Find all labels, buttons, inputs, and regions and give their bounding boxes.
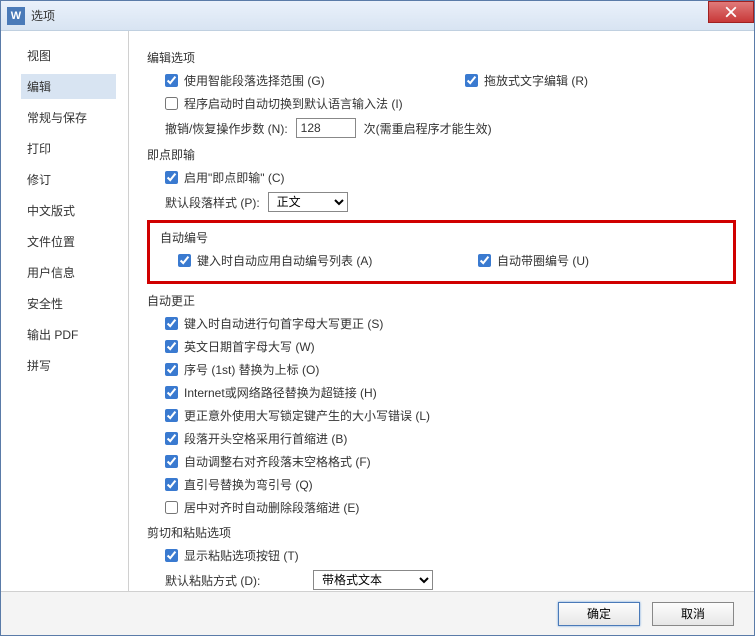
checkbox-show-paste-button[interactable]	[165, 549, 178, 562]
sidebar-item-10[interactable]: 拼写	[21, 353, 116, 378]
check-autocorrect-5[interactable]: 段落开头空格采用行首缩进 (B)	[165, 430, 736, 447]
undo-steps-label: 撤销/恢复操作步数 (N):	[165, 120, 288, 137]
sidebar-item-3[interactable]: 打印	[21, 136, 116, 161]
checkbox-circle-number[interactable]	[478, 254, 491, 267]
check-auto-number-list[interactable]: 键入时自动应用自动编号列表 (A)	[178, 252, 478, 269]
label-enable-click-type: 启用"即点即输" (C)	[184, 169, 285, 186]
check-autocorrect-4[interactable]: 更正意外使用大写锁定键产生的大小写错误 (L)	[165, 407, 736, 424]
check-drag-text[interactable]: 拖放式文字编辑 (R)	[465, 72, 588, 89]
checkbox-autocorrect-0[interactable]	[165, 317, 178, 330]
default-style-select[interactable]: 正文	[268, 192, 348, 212]
section-auto-correct-title: 自动更正	[147, 292, 736, 309]
sidebar-item-4[interactable]: 修订	[21, 167, 116, 192]
titlebar: W 选项	[1, 1, 754, 31]
sidebar-item-6[interactable]: 文件位置	[21, 229, 116, 254]
sidebar-item-8[interactable]: 安全性	[21, 291, 116, 316]
sidebar-item-9[interactable]: 输出 PDF	[21, 322, 116, 347]
section-click-type-title: 即点即输	[147, 146, 736, 163]
check-autocorrect-0[interactable]: 键入时自动进行句首字母大写更正 (S)	[165, 315, 736, 332]
content-panel: 编辑选项 使用智能段落选择范围 (G) 拖放式文字编辑 (R) 程序启动时自动切…	[129, 31, 754, 591]
check-show-paste-button[interactable]: 显示粘贴选项按钮 (T)	[165, 547, 736, 564]
label-autocorrect-3: Internet或网络路径替换为超链接 (H)	[184, 384, 377, 401]
label-auto-switch-ime: 程序启动时自动切换到默认语言输入法 (I)	[184, 95, 403, 112]
close-icon	[725, 6, 737, 18]
checkbox-autocorrect-6[interactable]	[165, 455, 178, 468]
check-autocorrect-1[interactable]: 英文日期首字母大写 (W)	[165, 338, 736, 355]
check-autocorrect-2[interactable]: 序号 (1st) 替换为上标 (O)	[165, 361, 736, 378]
label-autocorrect-8: 居中对齐时自动删除段落缩进 (E)	[184, 499, 359, 516]
checkbox-autocorrect-7[interactable]	[165, 478, 178, 491]
undo-steps-input[interactable]: 128	[296, 118, 356, 138]
checkbox-smart-paragraph[interactable]	[165, 74, 178, 87]
checkbox-auto-number-list[interactable]	[178, 254, 191, 267]
check-circle-number[interactable]: 自动带圈编号 (U)	[478, 252, 589, 269]
section-cut-paste-title: 剪切和粘贴选项	[147, 524, 736, 541]
checkbox-autocorrect-3[interactable]	[165, 386, 178, 399]
sidebar-item-7[interactable]: 用户信息	[21, 260, 116, 285]
check-auto-switch-ime[interactable]: 程序启动时自动切换到默认语言输入法 (I)	[165, 95, 736, 112]
checkbox-auto-switch-ime[interactable]	[165, 97, 178, 110]
label-autocorrect-7: 直引号替换为弯引号 (Q)	[184, 476, 313, 493]
close-button[interactable]	[708, 1, 754, 23]
checkbox-drag-text[interactable]	[465, 74, 478, 87]
checkbox-autocorrect-5[interactable]	[165, 432, 178, 445]
highlight-auto-number: 自动编号 键入时自动应用自动编号列表 (A) 自动带圈编号 (U)	[147, 220, 736, 284]
app-icon: W	[7, 7, 25, 25]
label-autocorrect-5: 段落开头空格采用行首缩进 (B)	[184, 430, 347, 447]
label-circle-number: 自动带圈编号 (U)	[497, 252, 589, 269]
default-style-label: 默认段落样式 (P):	[165, 194, 260, 211]
check-enable-click-type[interactable]: 启用"即点即输" (C)	[165, 169, 736, 186]
checkbox-autocorrect-4[interactable]	[165, 409, 178, 422]
check-autocorrect-8[interactable]: 居中对齐时自动删除段落缩进 (E)	[165, 499, 736, 516]
label-smart-paragraph: 使用智能段落选择范围 (G)	[184, 72, 325, 89]
label-autocorrect-1: 英文日期首字母大写 (W)	[184, 338, 315, 355]
label-autocorrect-4: 更正意外使用大写锁定键产生的大小写错误 (L)	[184, 407, 430, 424]
check-smart-paragraph[interactable]: 使用智能段落选择范围 (G)	[165, 72, 465, 89]
label-autocorrect-6: 自动调整右对齐段落末空格格式 (F)	[184, 453, 371, 470]
label-autocorrect-0: 键入时自动进行句首字母大写更正 (S)	[184, 315, 383, 332]
label-drag-text: 拖放式文字编辑 (R)	[484, 72, 588, 89]
label-auto-number-list: 键入时自动应用自动编号列表 (A)	[197, 252, 372, 269]
sidebar-item-1[interactable]: 编辑	[21, 74, 116, 99]
check-autocorrect-7[interactable]: 直引号替换为弯引号 (Q)	[165, 476, 736, 493]
section-auto-number-title: 自动编号	[160, 229, 723, 246]
checkbox-autocorrect-1[interactable]	[165, 340, 178, 353]
checkbox-autocorrect-2[interactable]	[165, 363, 178, 376]
sidebar-item-5[interactable]: 中文版式	[21, 198, 116, 223]
sidebar-item-0[interactable]: 视图	[21, 43, 116, 68]
window-title: 选项	[31, 7, 55, 24]
sidebar-item-2[interactable]: 常规与保存	[21, 105, 116, 130]
checkbox-enable-click-type[interactable]	[165, 171, 178, 184]
check-autocorrect-3[interactable]: Internet或网络路径替换为超链接 (H)	[165, 384, 736, 401]
options-dialog: W 选项 视图编辑常规与保存打印修订中文版式文件位置用户信息安全性输出 PDF 拼…	[0, 0, 755, 636]
sidebar: 视图编辑常规与保存打印修订中文版式文件位置用户信息安全性输出 PDF 拼写	[1, 31, 129, 591]
label-autocorrect-2: 序号 (1st) 替换为上标 (O)	[184, 361, 319, 378]
undo-steps-suffix: 次(需重启程序才能生效)	[364, 120, 492, 137]
paste-mode-select[interactable]: 带格式文本	[313, 570, 433, 590]
paste-mode-label: 默认粘贴方式 (D):	[165, 572, 305, 589]
label-show-paste-button: 显示粘贴选项按钮 (T)	[184, 547, 299, 564]
ok-button[interactable]: 确定	[558, 602, 640, 626]
section-edit-options-title: 编辑选项	[147, 49, 736, 66]
dialog-footer: 确定 取消	[1, 591, 754, 635]
check-autocorrect-6[interactable]: 自动调整右对齐段落末空格格式 (F)	[165, 453, 736, 470]
checkbox-autocorrect-8[interactable]	[165, 501, 178, 514]
cancel-button[interactable]: 取消	[652, 602, 734, 626]
dialog-body: 视图编辑常规与保存打印修订中文版式文件位置用户信息安全性输出 PDF 拼写 编辑选…	[1, 31, 754, 591]
